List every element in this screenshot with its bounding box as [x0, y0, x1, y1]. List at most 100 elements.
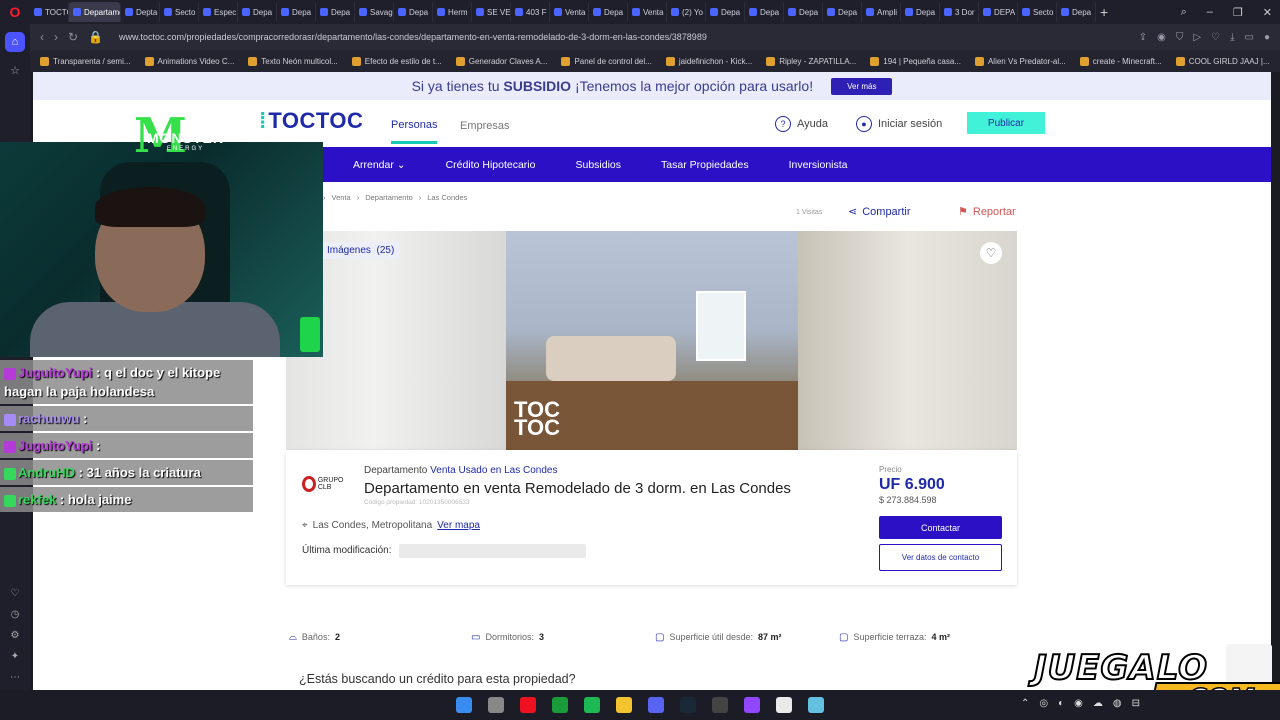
- menu-tasar-propiedades[interactable]: Tasar Propiedades: [661, 159, 749, 171]
- menu-inversionista[interactable]: Inversionista: [789, 159, 848, 171]
- browser-tab[interactable]: TOCTC: [30, 2, 69, 22]
- ver-datos-contacto-button[interactable]: Ver datos de contacto: [879, 544, 1002, 571]
- menu-arrendar[interactable]: Arrendar ⌄: [353, 159, 406, 171]
- browser-tab[interactable]: Venta: [550, 2, 589, 22]
- bookmark-item[interactable]: Efecto de estilo de t...: [351, 56, 442, 66]
- obs-icon[interactable]: [712, 697, 728, 713]
- notepad-icon[interactable]: [808, 697, 824, 713]
- task-view-icon[interactable]: [488, 697, 504, 713]
- browser-tab[interactable]: 3 Dor: [940, 2, 979, 22]
- browser-tab[interactable]: Depa: [277, 2, 316, 22]
- settings-icon[interactable]: ⚙: [11, 630, 20, 641]
- browser-tab[interactable]: Depa: [784, 2, 823, 22]
- share-icon[interactable]: ⇪: [1139, 32, 1147, 43]
- menu-credito-hipotecario[interactable]: Crédito Hipotecario: [446, 159, 536, 171]
- maximize-button[interactable]: ❐: [1233, 6, 1243, 19]
- ayuda-link[interactable]: ? Ayuda: [775, 116, 828, 132]
- chevron-up-icon[interactable]: ⌃: [1021, 698, 1029, 709]
- opera-icon[interactable]: [520, 697, 536, 713]
- heart-icon[interactable]: ♡: [1211, 32, 1220, 43]
- bookmark-item[interactable]: Texto Neón multicol...: [248, 56, 338, 66]
- browser-tab[interactable]: (2) Yo: [667, 2, 706, 22]
- bookmark-item[interactable]: Panel de control del...: [561, 56, 652, 66]
- forward-icon[interactable]: ›: [54, 30, 58, 44]
- reload-icon[interactable]: ↻: [68, 30, 78, 44]
- property-type-link[interactable]: Venta Usado en Las Condes: [430, 465, 557, 476]
- browser-tab[interactable]: 403 F: [511, 2, 550, 22]
- browser-tab[interactable]: Secto: [1018, 2, 1057, 22]
- search-tabs-icon[interactable]: ⌕: [1181, 6, 1187, 19]
- reportar-button[interactable]: ⚑ Reportar: [958, 205, 1016, 219]
- tray-app-icon[interactable]: ◐: [1058, 698, 1064, 709]
- camera-icon[interactable]: ◉: [1157, 32, 1166, 43]
- bookmark-item[interactable]: create - Minecraft...: [1079, 56, 1162, 66]
- xbox-icon[interactable]: [552, 697, 568, 713]
- steam-tray-icon[interactable]: ◉: [1074, 698, 1083, 709]
- bookmark-item[interactable]: Ripley - ZAPATILLA...: [766, 56, 856, 66]
- breadcrumb-las-condes[interactable]: Las Condes: [427, 193, 467, 202]
- nav-empresas[interactable]: Empresas: [460, 120, 510, 132]
- more-icon[interactable]: ⋯: [10, 672, 20, 683]
- discord-icon[interactable]: [648, 697, 664, 713]
- bookmark-item[interactable]: Transparenta / semi...: [40, 56, 131, 66]
- browser-tab[interactable]: Departame: [69, 2, 121, 22]
- browser-tab[interactable]: Depa: [823, 2, 862, 22]
- bookmark-item[interactable]: COOL GIRLD JAAJ |...: [1175, 56, 1270, 66]
- images-count-badge[interactable]: Imágenes (25): [321, 242, 401, 259]
- breadcrumb-venta[interactable]: Venta: [332, 193, 351, 202]
- browser-tab[interactable]: Depa: [238, 2, 277, 22]
- browser-tab[interactable]: DEPA: [979, 2, 1018, 22]
- browser-tab[interactable]: Espec: [199, 2, 238, 22]
- browser-tab[interactable]: Herm: [433, 2, 472, 22]
- download-icon[interactable]: ⤓: [1230, 32, 1234, 43]
- browser-tab[interactable]: Venta: [628, 2, 667, 22]
- steam-icon[interactable]: [680, 697, 696, 713]
- browser-tab[interactable]: Depa: [394, 2, 433, 22]
- nav-personas[interactable]: Personas: [391, 119, 438, 144]
- browser-tab[interactable]: Depta: [121, 2, 160, 22]
- windows-start-icon[interactable]: [456, 697, 472, 713]
- opera-logo-icon[interactable]: O: [0, 0, 30, 24]
- breadcrumb-departamento[interactable]: Departamento: [365, 193, 413, 202]
- profile-icon[interactable]: ●: [1264, 32, 1270, 43]
- compartir-button[interactable]: ⋖ Compartir: [848, 205, 911, 219]
- bookmark-item[interactable]: Animations Video C...: [144, 56, 234, 66]
- url-field[interactable]: www.toctoc.com/propiedades/compracorredo…: [113, 32, 1129, 42]
- browser-tab[interactable]: Depa: [745, 2, 784, 22]
- chrome-icon[interactable]: [776, 697, 792, 713]
- history-icon[interactable]: ◷: [11, 609, 20, 620]
- menu-subsidios[interactable]: Subsidios: [575, 159, 621, 171]
- image-gallery[interactable]: Imágenes (25) TOC TOC ♡: [286, 231, 1017, 450]
- network-icon[interactable]: ⊟: [1132, 698, 1140, 709]
- browser-tab[interactable]: Ampli: [862, 2, 901, 22]
- ver-mas-button[interactable]: Ver más: [831, 77, 893, 95]
- heart-icon[interactable]: ♡: [11, 588, 20, 599]
- toctoc-logo[interactable]: ⁞ TOCTOC: [259, 108, 363, 134]
- cloud-icon[interactable]: ☁: [1093, 698, 1103, 709]
- wallet-icon[interactable]: ▭: [1245, 32, 1254, 43]
- home-icon[interactable]: ⌂: [5, 32, 25, 52]
- ver-mapa-link[interactable]: Ver mapa: [437, 520, 480, 531]
- browser-tab[interactable]: Depa: [901, 2, 940, 22]
- publicar-button[interactable]: Publicar: [967, 112, 1045, 134]
- back-icon[interactable]: ‹: [40, 30, 44, 44]
- tray-app-icon[interactable]: ◎: [1039, 698, 1048, 709]
- tray-app-icon[interactable]: ◍: [1113, 698, 1122, 709]
- shield-icon[interactable]: ⛉: [1176, 32, 1184, 43]
- file-explorer-icon[interactable]: [616, 697, 632, 713]
- gallery-image-main[interactable]: TOC TOC: [506, 231, 798, 450]
- close-button[interactable]: ✕: [1263, 6, 1272, 19]
- gallery-image-right[interactable]: ♡: [798, 231, 1017, 450]
- browser-tab[interactable]: SE VE: [472, 2, 511, 22]
- browser-tab[interactable]: Depa: [706, 2, 745, 22]
- lightbulb-icon[interactable]: ✦: [11, 651, 19, 662]
- browser-tab[interactable]: Depa: [316, 2, 355, 22]
- browser-tab[interactable]: Savag: [355, 2, 394, 22]
- browser-tab[interactable]: Depa: [589, 2, 628, 22]
- bookmark-item[interactable]: 194 | Pequeña casa...: [870, 56, 961, 66]
- twitch-icon[interactable]: [744, 697, 760, 713]
- favorite-heart-icon[interactable]: ♡: [980, 242, 1002, 264]
- play-icon[interactable]: ▷: [1193, 32, 1201, 43]
- spotify-icon[interactable]: [584, 697, 600, 713]
- bookmark-item[interactable]: Alien Vs Predator-al...: [974, 56, 1066, 66]
